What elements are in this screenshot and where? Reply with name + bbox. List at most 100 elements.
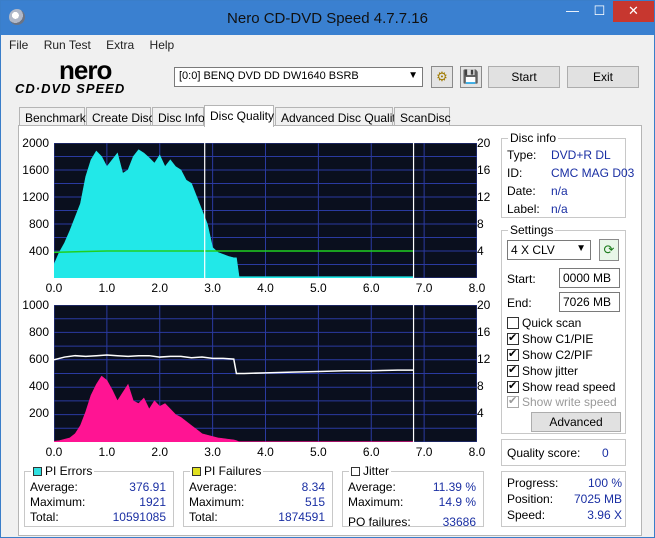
- disc-id-value: CMC MAG D03: [551, 166, 635, 180]
- pi-failures-plot: [54, 305, 477, 442]
- menu-help[interactable]: Help: [150, 38, 175, 52]
- pi-failures-total-label: Total:: [189, 510, 218, 524]
- refresh-speeds-button[interactable]: ⟳: [599, 239, 619, 261]
- pi-failures-maximum-label: Maximum:: [189, 495, 245, 509]
- app-window: Nero CD-DVD Speed 4.7.7.16 — ☐ ✕ File Ru…: [0, 0, 655, 538]
- po-failures-value: 33686: [442, 515, 476, 529]
- minimize-button[interactable]: —: [559, 1, 586, 22]
- pi-errors-plot: [54, 143, 477, 278]
- tab-benchmark[interactable]: Benchmark: [19, 107, 86, 127]
- show-c1-pie-checkbox[interactable]: Show C1/PIE: [507, 331, 594, 346]
- show-read-speed-label: Show read speed: [522, 380, 616, 394]
- y-tick-left: 1200: [22, 190, 49, 204]
- progress-group: Progress: 100 % Position: 7025 MB Speed:…: [501, 471, 626, 527]
- disc-label-label: Label:: [507, 202, 540, 216]
- x-tick-label: 5.0: [310, 445, 327, 459]
- x-tick-label: 4.0: [257, 281, 274, 295]
- nero-logo: nero CD·DVD SPEED: [9, 55, 167, 97]
- pi-failures-total: 1874591: [278, 510, 325, 524]
- checkbox-box: [507, 363, 519, 377]
- show-c2-pif-checkbox[interactable]: Show C2/PIF: [507, 347, 593, 362]
- advanced-button[interactable]: Advanced: [531, 412, 621, 432]
- speed-value: 3.96 X: [587, 508, 622, 522]
- progress-label: Progress:: [507, 476, 559, 490]
- end-input[interactable]: 7026 MB: [559, 292, 620, 312]
- quality-score-value: 0: [602, 446, 609, 460]
- x-tick-label: 8.0: [468, 445, 486, 459]
- jitter-average-label: Average:: [348, 480, 396, 494]
- drive-info-button[interactable]: ⚙: [431, 66, 453, 88]
- checkbox-box: [507, 394, 519, 408]
- disc-type-value: DVD+R DL: [551, 148, 611, 162]
- speed-label: Speed:: [507, 508, 546, 522]
- pi-errors-group: PI Errors Average: 376.91 Maximum: 1921 …: [24, 464, 174, 527]
- x-tick-label: 4.0: [257, 445, 274, 459]
- progress-value: 100 %: [587, 476, 622, 490]
- title-bar: Nero CD-DVD Speed 4.7.7.16 — ☐ ✕: [1, 1, 654, 35]
- logo-cddvd-text: CD·DVD SPEED: [15, 81, 126, 96]
- tab-disc-info[interactable]: Disc Info: [152, 107, 205, 127]
- pi-failures-average-label: Average:: [189, 480, 237, 494]
- show-jitter-checkbox[interactable]: Show jitter: [507, 363, 578, 378]
- end-label: End:: [507, 296, 532, 310]
- pi-errors-maximum-label: Maximum:: [30, 495, 86, 509]
- menu-run-test[interactable]: Run Test: [44, 38, 91, 52]
- show-c1-pie-label: Show C1/PIE: [522, 332, 594, 346]
- speed-select[interactable]: 4 X CLV ▼: [507, 240, 591, 260]
- pi-failures-title: PI Failures: [204, 464, 262, 478]
- pi-errors-average-label: Average:: [30, 480, 78, 494]
- disc-label-value: n/a: [551, 202, 568, 216]
- pi-errors-maximum: 1921: [139, 495, 166, 509]
- start-input[interactable]: 0000 MB: [559, 268, 620, 288]
- x-tick-label: 8.0: [468, 281, 486, 295]
- pi-errors-title: PI Errors: [45, 464, 93, 478]
- checkbox-box: [507, 347, 519, 361]
- quick-scan-label: Quick scan: [522, 316, 582, 330]
- x-tick-label: 1.0: [98, 445, 116, 459]
- menu-extra[interactable]: Extra: [106, 38, 134, 52]
- tab-advanced-disc-quality[interactable]: Advanced Disc Quality: [275, 107, 402, 127]
- show-c2-pif-label: Show C2/PIF: [522, 348, 593, 362]
- menu-file[interactable]: File: [9, 38, 28, 52]
- quick-scan-checkbox[interactable]: Quick scan: [507, 316, 581, 330]
- pi-failures-heading: PI Failures: [190, 464, 264, 478]
- save-button[interactable]: 💾: [460, 66, 482, 88]
- checkbox-box: [507, 379, 519, 393]
- gear-icon: ⚙: [436, 69, 448, 84]
- jitter-title: Jitter: [363, 464, 390, 478]
- x-tick-label: 3.0: [204, 281, 221, 295]
- maximize-button[interactable]: ☐: [586, 1, 613, 22]
- pi-errors-heading: PI Errors: [31, 464, 95, 478]
- disc-quality-panel: 2000 1600 1200 800 400 20 16 12 8 4 0.0 1…: [18, 125, 642, 536]
- tab-disc-quality[interactable]: Disc Quality: [204, 105, 274, 127]
- po-failures-label: PO failures:: [348, 515, 411, 529]
- pi-errors-total: 10591085: [112, 510, 166, 524]
- settings-group: Settings 4 X CLV ▼ ⟳ Start: 0000 MB End:…: [501, 223, 626, 434]
- x-tick-label: 6.0: [362, 445, 380, 459]
- jitter-average: 11.39 %: [432, 480, 476, 494]
- disc-id-label: ID:: [507, 166, 523, 180]
- position-value: 7025 MB: [573, 492, 622, 506]
- legend-swatch: [33, 467, 42, 476]
- disc-info-heading: Disc info: [508, 131, 559, 145]
- show-write-speed-checkbox: Show write speed: [507, 394, 617, 409]
- x-tick-label: 0.0: [45, 281, 63, 295]
- drive-select[interactable]: [0:0] BENQ DVD DD DW1640 BSRB ▼: [174, 67, 423, 87]
- tab-create-disc[interactable]: Create Disc: [86, 107, 155, 127]
- window-title: Nero CD-DVD Speed 4.7.7.16: [227, 10, 428, 27]
- pi-errors-average: 376.91: [129, 480, 166, 494]
- legend-swatch: [192, 467, 201, 476]
- y-tick-left: 400: [28, 244, 49, 258]
- exit-button[interactable]: Exit: [567, 66, 639, 88]
- x-tick-label: 5.0: [310, 281, 327, 295]
- start-button[interactable]: Start: [488, 66, 560, 88]
- menu-bar: File Run Test Extra Help: [9, 38, 186, 54]
- close-button[interactable]: ✕: [613, 1, 654, 22]
- show-read-speed-checkbox[interactable]: Show read speed: [507, 379, 616, 394]
- y-tick-left: 600: [28, 352, 49, 366]
- chevron-down-icon: ▼: [576, 243, 586, 254]
- x-tick-label: 0.0: [45, 445, 63, 459]
- show-write-speed-label: Show write speed: [522, 395, 617, 409]
- chevron-down-icon: ▼: [408, 70, 418, 81]
- tab-scandisc[interactable]: ScanDisc: [394, 107, 451, 127]
